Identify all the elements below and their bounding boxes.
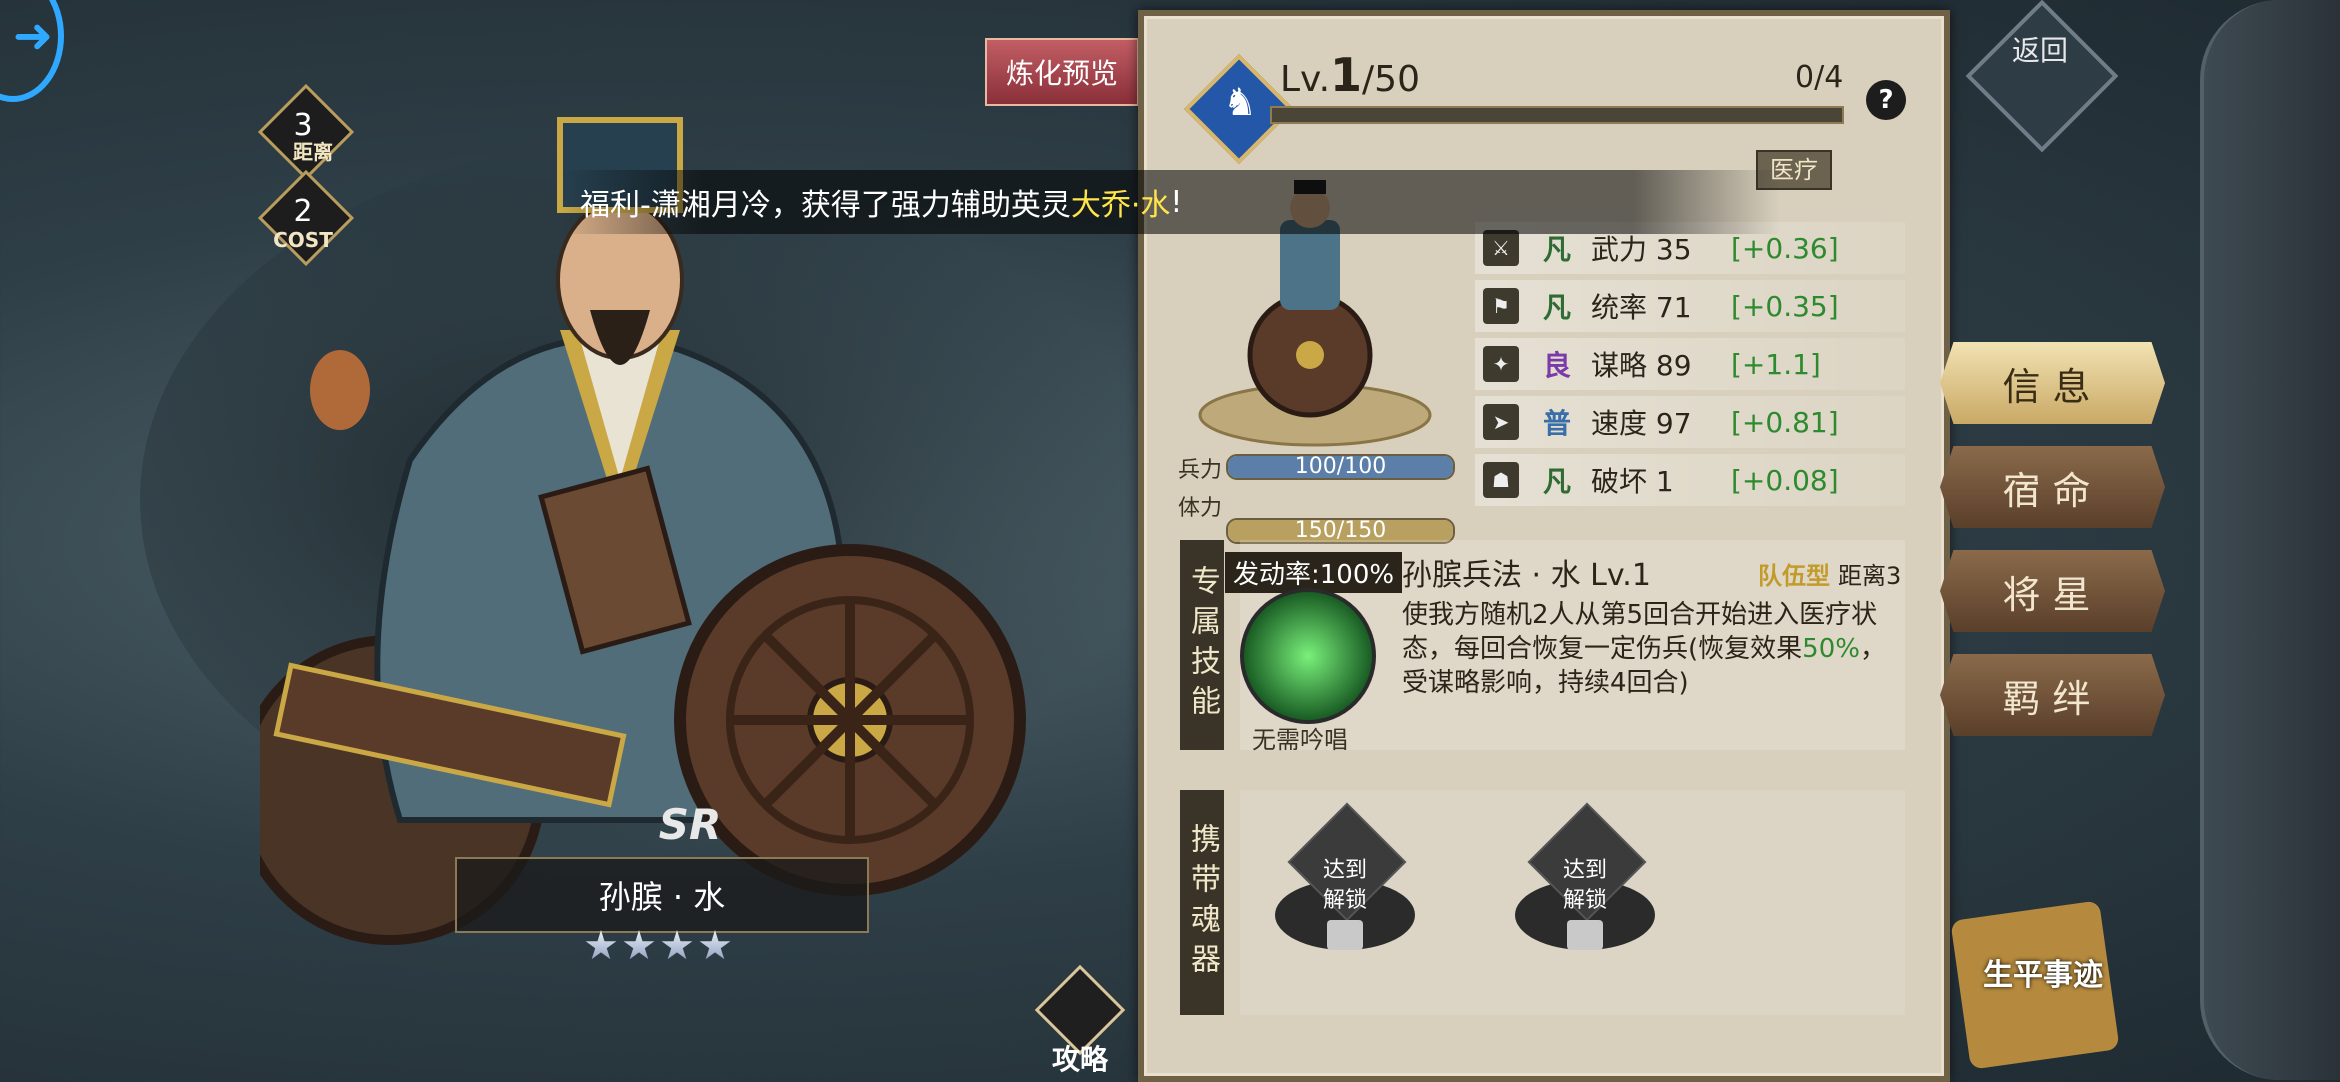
stat-name: 武力 35 xyxy=(1591,233,1692,266)
level-progress-bar xyxy=(1270,106,1844,124)
lock-icon xyxy=(1327,920,1363,950)
notice-suffix: ! xyxy=(1170,184,1183,220)
stat-bonus: [+0.08] xyxy=(1731,463,1839,497)
exit-arrow-button[interactable]: ➜ xyxy=(0,0,64,102)
stat-bonus: [+0.35] xyxy=(1731,289,1839,323)
soul-slot-2-unlock: 解锁 xyxy=(1562,888,1607,913)
skill-description: 使我方随机2人从第5回合开始进入医疗状态，每回合恢复一定伤兵(恢复效果50%，受… xyxy=(1402,598,1902,700)
hero-name-plate: 孙膑 · 水 xyxy=(455,857,869,933)
arrow-right-icon: ➜ xyxy=(12,8,54,64)
stat-name: 破坏 1 xyxy=(1591,465,1674,498)
strategy-label: 攻略 xyxy=(1051,1043,1108,1076)
stat-name: 统率 71 xyxy=(1591,291,1692,324)
stat-row: ⚑ 凡统率 71 [+0.35] xyxy=(1475,280,1905,332)
stat-bonus: [+0.81] xyxy=(1731,405,1839,439)
tab-bonds[interactable]: 羁绊 xyxy=(1940,654,2165,736)
stat-grade: 凡 xyxy=(1542,291,1571,324)
soul-slot-2[interactable]: 达到 解锁 xyxy=(1505,802,1665,980)
destroy-icon: ☗ xyxy=(1483,462,1519,498)
level-prefix: Lv. xyxy=(1280,59,1331,100)
skill-trigger-rate: 发动率:100% xyxy=(1225,552,1403,593)
soul-slot-1-reach: 达到 xyxy=(1322,858,1367,883)
right-frame xyxy=(2200,0,2340,1080)
tab-info[interactable]: 信息 xyxy=(1940,342,2165,424)
soul-slot-1[interactable]: 达到 解锁 xyxy=(1265,802,1425,980)
tab-general-star[interactable]: 将星 xyxy=(1940,550,2165,632)
tab-fate[interactable]: 宿命 xyxy=(1940,446,2165,528)
star-icon xyxy=(623,930,655,960)
level-text: Lv.1/50 xyxy=(1280,48,1420,102)
notice-prefix: 福利-潇湘月冷，获得了强力辅助英灵 xyxy=(580,188,1071,223)
lock-icon xyxy=(1567,920,1603,950)
return-label[interactable]: 返回 xyxy=(2010,32,2070,70)
troops-value: 100/100 xyxy=(1294,454,1387,479)
stat-name: 谋略 89 xyxy=(1591,349,1692,382)
stat-row: ✦ 良谋略 89 [+1.1] xyxy=(1475,338,1905,390)
stat-name: 速度 97 xyxy=(1591,407,1692,440)
star-icon xyxy=(585,930,617,960)
stat-bonus: [+0.36] xyxy=(1731,231,1839,265)
skill-desc-percent: 50% xyxy=(1802,634,1860,664)
strategy-icon: ✦ xyxy=(1483,346,1519,382)
skill-name: 孙膑兵法 · 水 Lv.1 xyxy=(1402,558,1651,593)
strategy-button[interactable]: 攻略 xyxy=(1030,964,1130,1080)
stat-grade: 普 xyxy=(1542,407,1571,440)
star-icon xyxy=(661,930,693,960)
stat-row: ☗ 凡破坏 1 [+0.08] xyxy=(1475,454,1905,506)
rarity-label: SR xyxy=(658,800,722,849)
flag-icon: ⚑ xyxy=(1483,288,1519,324)
stamina-label: 体力 xyxy=(1178,496,1223,521)
speed-icon: ➤ xyxy=(1483,404,1519,440)
refine-preview-button[interactable]: 炼化预览 xyxy=(985,38,1139,106)
stat-bonus: [+1.1] xyxy=(1731,347,1821,381)
soul-slot-2-reach: 达到 xyxy=(1562,858,1607,883)
troops-label: 兵力 xyxy=(1178,458,1223,483)
skill-type: 队伍型 xyxy=(1758,562,1830,590)
stat-grade: 良 xyxy=(1542,349,1571,382)
skill-cast-note: 无需吟唱 xyxy=(1252,726,1348,754)
soul-vessel-tab[interactable]: 携带魂器 xyxy=(1180,790,1224,1015)
level-progress: 0/4 xyxy=(1795,60,1844,95)
star-icon xyxy=(699,930,731,960)
exclusive-skill-tab[interactable]: 专属技能 xyxy=(1180,540,1224,750)
sword-icon: ⚔ xyxy=(1483,230,1519,266)
horse-icon: ♞ xyxy=(1222,80,1258,124)
star-rating xyxy=(585,930,745,970)
stat-grade: 凡 xyxy=(1542,233,1571,266)
return-button[interactable] xyxy=(1965,0,2119,153)
stat-row: ➤ 普速度 97 [+0.81] xyxy=(1475,396,1905,448)
skill-icon[interactable] xyxy=(1240,588,1376,724)
troops-bar: 100/100 xyxy=(1226,454,1455,480)
level-current: 1 xyxy=(1330,48,1363,102)
help-button[interactable]: ? xyxy=(1866,80,1906,120)
soul-slot-1-unlock: 解锁 xyxy=(1322,888,1367,913)
system-notice: 福利-潇湘月冷，获得了强力辅助英灵 大乔·水! xyxy=(560,170,1780,234)
stat-grade: 凡 xyxy=(1542,465,1571,498)
biography-button[interactable]: 生平事迹 xyxy=(1968,950,2118,994)
level-max: /50 xyxy=(1362,59,1420,100)
skill-range: 距离3 xyxy=(1838,562,1902,590)
notice-highlight: 大乔·水 xyxy=(1070,188,1171,223)
